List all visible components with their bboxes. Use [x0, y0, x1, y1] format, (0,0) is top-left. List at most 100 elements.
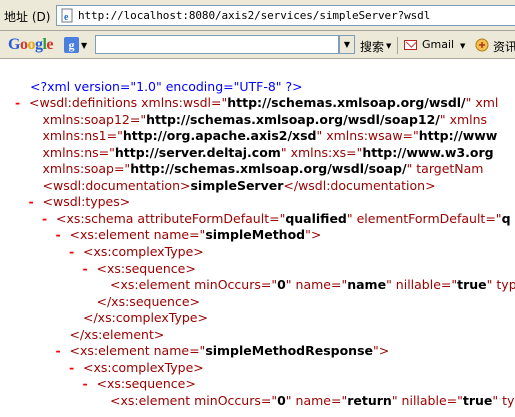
xml-markup: </xs:element> — [69, 326, 165, 342]
xml-markup: =" — [260, 392, 278, 408]
xml-line[interactable]: - <xs:element name="simpleMethod"> — [56, 227, 322, 243]
xml-document-view: <?xml version="1.0" encoding="UTF-8" ?> … — [0, 59, 515, 417]
xml-markup: =" — [260, 277, 278, 293]
xml-line: xmlns:soap="http://schemas.xmlsoap.org/w… — [43, 161, 484, 177]
xml-attribute-value: qualified — [285, 210, 347, 226]
xml-line: xmlns:ns1="http://org.apache.axis2/xsd" … — [43, 128, 498, 144]
xml-line[interactable]: - <xs:element name="simpleMethodResponse"… — [56, 343, 390, 359]
xml-line: xmlns:ns="http://server.deltaj.com" xmln… — [43, 145, 494, 161]
xml-attribute-name: name — [153, 343, 190, 359]
xml-markup: <xs:complexType> — [83, 359, 204, 375]
chevron-down-icon[interactable]: ▼ — [460, 42, 465, 50]
google-logo[interactable]: Google — [8, 36, 53, 54]
search-button[interactable]: 搜索 — [360, 38, 384, 55]
xml-attribute-value: simpleMethod — [205, 227, 306, 243]
xml-markup: =" — [211, 95, 228, 110]
xml-attribute-value: true — [462, 392, 493, 408]
xml-markup: " targetNam — [406, 161, 484, 177]
xml-markup: " — [346, 210, 357, 226]
xml-markup: =" — [269, 210, 286, 226]
search-engine-selector[interactable]: g ▼ — [64, 37, 94, 53]
xml-markup: =" — [98, 144, 115, 160]
xml-markup: " — [316, 128, 327, 144]
collapse-toggle[interactable]: - — [83, 376, 88, 392]
xml-markup: <wsdl:types> — [42, 194, 131, 210]
xml-attribute-value: simpleMethodResponse — [205, 343, 373, 359]
address-label: 地址 (D) — [4, 10, 51, 24]
collapse-toggle[interactable]: - — [56, 343, 61, 359]
xml-markup: <xs:element — [110, 277, 195, 293]
xml-markup: =" — [189, 343, 206, 359]
xml-attribute-name: elementFormDefault — [356, 210, 486, 226]
xml-markup: =" — [346, 144, 363, 160]
xml-markup: <xs:sequence> — [96, 376, 196, 392]
ie-page-icon: e — [61, 8, 73, 23]
xml-attribute-value: 0 — [277, 392, 286, 408]
collapse-toggle[interactable]: - — [83, 261, 88, 277]
collapse-toggle[interactable]: - — [69, 360, 74, 376]
xml-attribute-value: http://org.apache.axis2/xsd — [122, 128, 317, 144]
xml-attribute-value: http://www — [418, 128, 498, 144]
xml-attribute-name: xmlns:wsdl — [141, 95, 211, 110]
xml-line[interactable]: - <xs:complexType> — [69, 243, 204, 260]
collapse-toggle[interactable]: - — [29, 194, 34, 210]
xml-attribute-value: true — [457, 277, 487, 293]
xml-markup: " — [391, 392, 402, 408]
xml-markup: =" — [446, 392, 463, 408]
xml-markup: =" — [330, 277, 348, 293]
xml-attribute-value: http://schemas.xmlsoap.org/wsdl/soap/ — [130, 161, 407, 177]
gmail-icon[interactable] — [404, 40, 417, 50]
xml-line[interactable]: - <xs:sequence> — [83, 261, 196, 277]
xml-attribute-name: xmlns:ns1 — [42, 128, 107, 144]
xml-line[interactable]: - <xs:sequence> — [83, 376, 196, 392]
google-g-icon: g — [64, 37, 79, 53]
xml-line[interactable]: - <wsdl:types> — [29, 194, 131, 210]
address-bar: 地址 (D) e http://localhost:8080/axis2/ser… — [0, 0, 515, 31]
search-history-dropdown[interactable]: ▼ — [339, 35, 355, 54]
xml-attribute-name: minOccurs — [194, 277, 261, 293]
xml-attribute-name: xmlns:soap — [42, 161, 114, 177]
xml-text-node: simpleServer — [190, 177, 284, 193]
news-button[interactable]: 资讯 — [493, 38, 515, 55]
gmail-button[interactable]: Gmail — [422, 38, 454, 51]
google-search-input[interactable] — [95, 35, 339, 54]
xml-attribute-name: minOccurs — [194, 392, 261, 408]
xml-line[interactable]: - <wsdl:definitions xmlns:wsdl="http://sc… — [15, 95, 498, 111]
xml-markup: =" — [129, 111, 147, 127]
xml-line: <wsdl:documentation>simpleServer</wsdl:d… — [43, 178, 436, 194]
google-toolbar: Google g ▼ ▼ 搜索 ▼ Gmail ▼ 资讯 — [0, 31, 515, 59]
xml-attribute-name: attributeFormDefault — [137, 210, 270, 226]
xml-markup: =" — [485, 210, 502, 226]
xml-markup: "> — [373, 343, 390, 359]
xml-line[interactable]: - <xs:schema attributeFormDefault="qualif… — [42, 210, 511, 227]
xml-markup: </xs:sequence> — [96, 293, 201, 309]
xml-markup: <xs:complexType> — [83, 243, 204, 259]
xml-markup: " typ — [486, 277, 515, 293]
address-field[interactable]: e http://localhost:8080/axis2/services/s… — [56, 5, 515, 26]
xml-line[interactable]: - <xs:complexType> — [69, 359, 204, 376]
chevron-down-icon: ▼ — [81, 41, 88, 50]
xml-markup: <xs:schema — [56, 210, 138, 226]
news-icon[interactable] — [475, 38, 489, 52]
xml-markup: </xs:complexType> — [83, 310, 208, 326]
xml-attribute-value: http://server.deltaj.com — [114, 144, 281, 160]
toolbar-separator — [397, 37, 398, 54]
xml-markup: " — [386, 277, 396, 293]
chevron-down-icon[interactable]: ▼ — [386, 42, 391, 50]
collapse-toggle[interactable]: - — [15, 95, 20, 111]
xml-markup: =" — [113, 161, 131, 177]
collapse-toggle[interactable]: - — [42, 211, 47, 227]
collapse-toggle[interactable]: - — [56, 227, 61, 243]
xml-attribute-name: nillable — [395, 277, 441, 293]
address-url[interactable]: http://localhost:8080/axis2/services/sim… — [78, 9, 430, 22]
xml-markup: " — [285, 277, 296, 293]
collapse-toggle[interactable]: - — [69, 244, 74, 260]
xml-markup: =" — [189, 227, 206, 243]
xml-line: xmlns:soap12="http://schemas.xmlsoap.org… — [43, 112, 488, 128]
xml-attribute-value: http://www.w3.org — [362, 144, 494, 160]
xml-markup: " — [285, 392, 296, 408]
xml-markup: "> — [305, 227, 322, 243]
xml-line: </xs:sequence> — [97, 294, 201, 310]
xml-markup: =" — [330, 392, 348, 408]
svg-text:e: e — [64, 12, 69, 23]
